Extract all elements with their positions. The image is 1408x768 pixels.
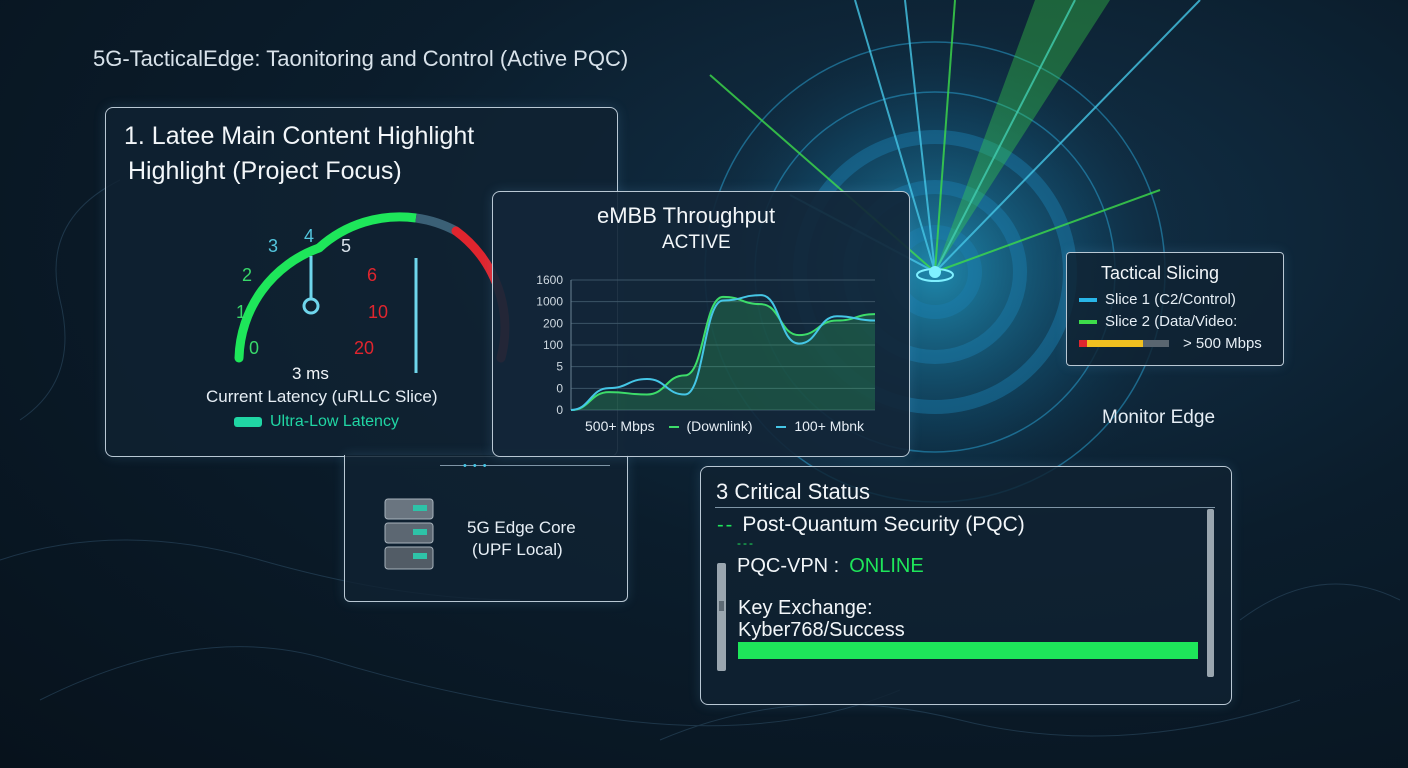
y-tick-label: 200	[543, 316, 563, 330]
legend-item-uplink: 100+ Mbnk	[794, 418, 865, 434]
edge-core-panel: ••• 5G Edge Core (UPF Local)	[344, 455, 628, 602]
legend-item-downlink: (Downlink)	[686, 418, 753, 434]
legend-item-mbps: 500+ Mbps	[585, 418, 655, 434]
slicing-title: Tactical Slicing	[1101, 263, 1220, 283]
edge-core-title: 5G Edge Core	[467, 518, 576, 537]
latency-value: 3 ms	[292, 364, 329, 383]
slice2-row: Slice 2 (Data/Video:	[1079, 313, 1237, 330]
y-tick-label: 0	[556, 381, 563, 395]
slice1-swatch	[1079, 297, 1097, 302]
status-subtitle-row: -- Post-Quantum Security (PQC)	[717, 513, 1025, 537]
gauge-tick-6: 6	[367, 265, 378, 285]
badge-label: Ultra-Low Latency	[270, 413, 399, 430]
status-divider	[715, 507, 1215, 508]
page-title: 5G-TacticalEdge: Taonitoring and Control…	[93, 46, 629, 71]
latency-badge: Ultra-Low Latency	[234, 413, 399, 431]
key-exchange-value: Kyber768/Success	[738, 619, 905, 641]
y-tick-label: 1600	[536, 273, 563, 287]
status-title: 3 Critical Status	[716, 479, 871, 504]
gauge-tick-3: 3	[268, 236, 279, 256]
gauge-tick-5: 5	[341, 236, 352, 256]
vpn-row: PQC-VPN : ONLINE	[737, 555, 924, 578]
slice1-label: Slice 1 (C2/Control)	[1105, 291, 1236, 308]
edge-core-subtitle: (UPF Local)	[472, 540, 563, 559]
gauge-tick-2: 2	[242, 265, 253, 285]
slice1-row: Slice 1 (C2/Control)	[1079, 291, 1236, 308]
dash-decoration: ---	[737, 536, 755, 550]
slice2-swatch	[1079, 319, 1097, 324]
monitor-edge-label: Monitor Edge	[1102, 407, 1216, 428]
bandwidth-bar	[1079, 340, 1169, 347]
gauge-needle-icon	[302, 256, 320, 315]
gauge-tick-0: 0	[249, 338, 260, 358]
y-tick-label: 1000	[536, 295, 563, 309]
key-exchange-progress-fill	[738, 642, 1198, 659]
badge-indicator-icon	[234, 417, 262, 427]
chart-legend: 500+ Mbps (Downlink) 100+ Mbnk	[585, 418, 864, 434]
bandwidth-label: > 500 Mbps	[1183, 335, 1262, 352]
gauge-tick-1: 1	[236, 302, 247, 322]
status-subtitle: Post-Quantum Security (PQC)	[742, 513, 1025, 536]
connector-dots-icon: •••	[463, 460, 493, 472]
vpn-status: ONLINE	[849, 555, 924, 577]
left-scrollbar[interactable]	[717, 563, 726, 671]
bandwidth-row: > 500 Mbps	[1079, 335, 1262, 352]
server-stack-icon	[384, 498, 434, 570]
slicing-panel: Tactical Slicing Slice 1 (C2/Control) Sl…	[1066, 252, 1284, 366]
left-scrollbar-thumb[interactable]	[719, 601, 724, 611]
gauge-tick-20: 20	[354, 338, 375, 358]
gauge-tick-4: 4	[304, 226, 315, 246]
key-exchange-label: Key Exchange:	[738, 597, 873, 619]
y-tick-label: 100	[543, 338, 563, 352]
latency-heading-line1: 1. Latee Main Content Highlight	[124, 122, 475, 150]
key-exchange-progress	[738, 642, 1198, 659]
gauge-tick-10: 10	[368, 302, 389, 322]
right-scrollbar[interactable]	[1207, 509, 1214, 677]
legend-uplink-swatch	[776, 426, 787, 429]
latency-caption: Current Latency (uRLLC Slice)	[206, 387, 438, 406]
throughput-panel: eMBB Throughput ACTIVE 1600 1000 200 100 5 0 0…	[492, 191, 910, 457]
dash-icon: --	[717, 513, 735, 536]
critical-status-panel: 3 Critical Status -- Post-Quantum Securi…	[700, 466, 1232, 705]
legend-downlink-swatch	[668, 426, 679, 429]
vpn-label: PQC-VPN :	[737, 555, 840, 577]
y-tick-label: 5	[556, 360, 563, 374]
throughput-chart: 16001000200100500	[536, 273, 876, 417]
latency-heading-line2: Highlight (Project Focus)	[128, 157, 402, 185]
y-tick-label: 0	[556, 403, 563, 417]
slice2-label: Slice 2 (Data/Video:	[1105, 313, 1238, 330]
